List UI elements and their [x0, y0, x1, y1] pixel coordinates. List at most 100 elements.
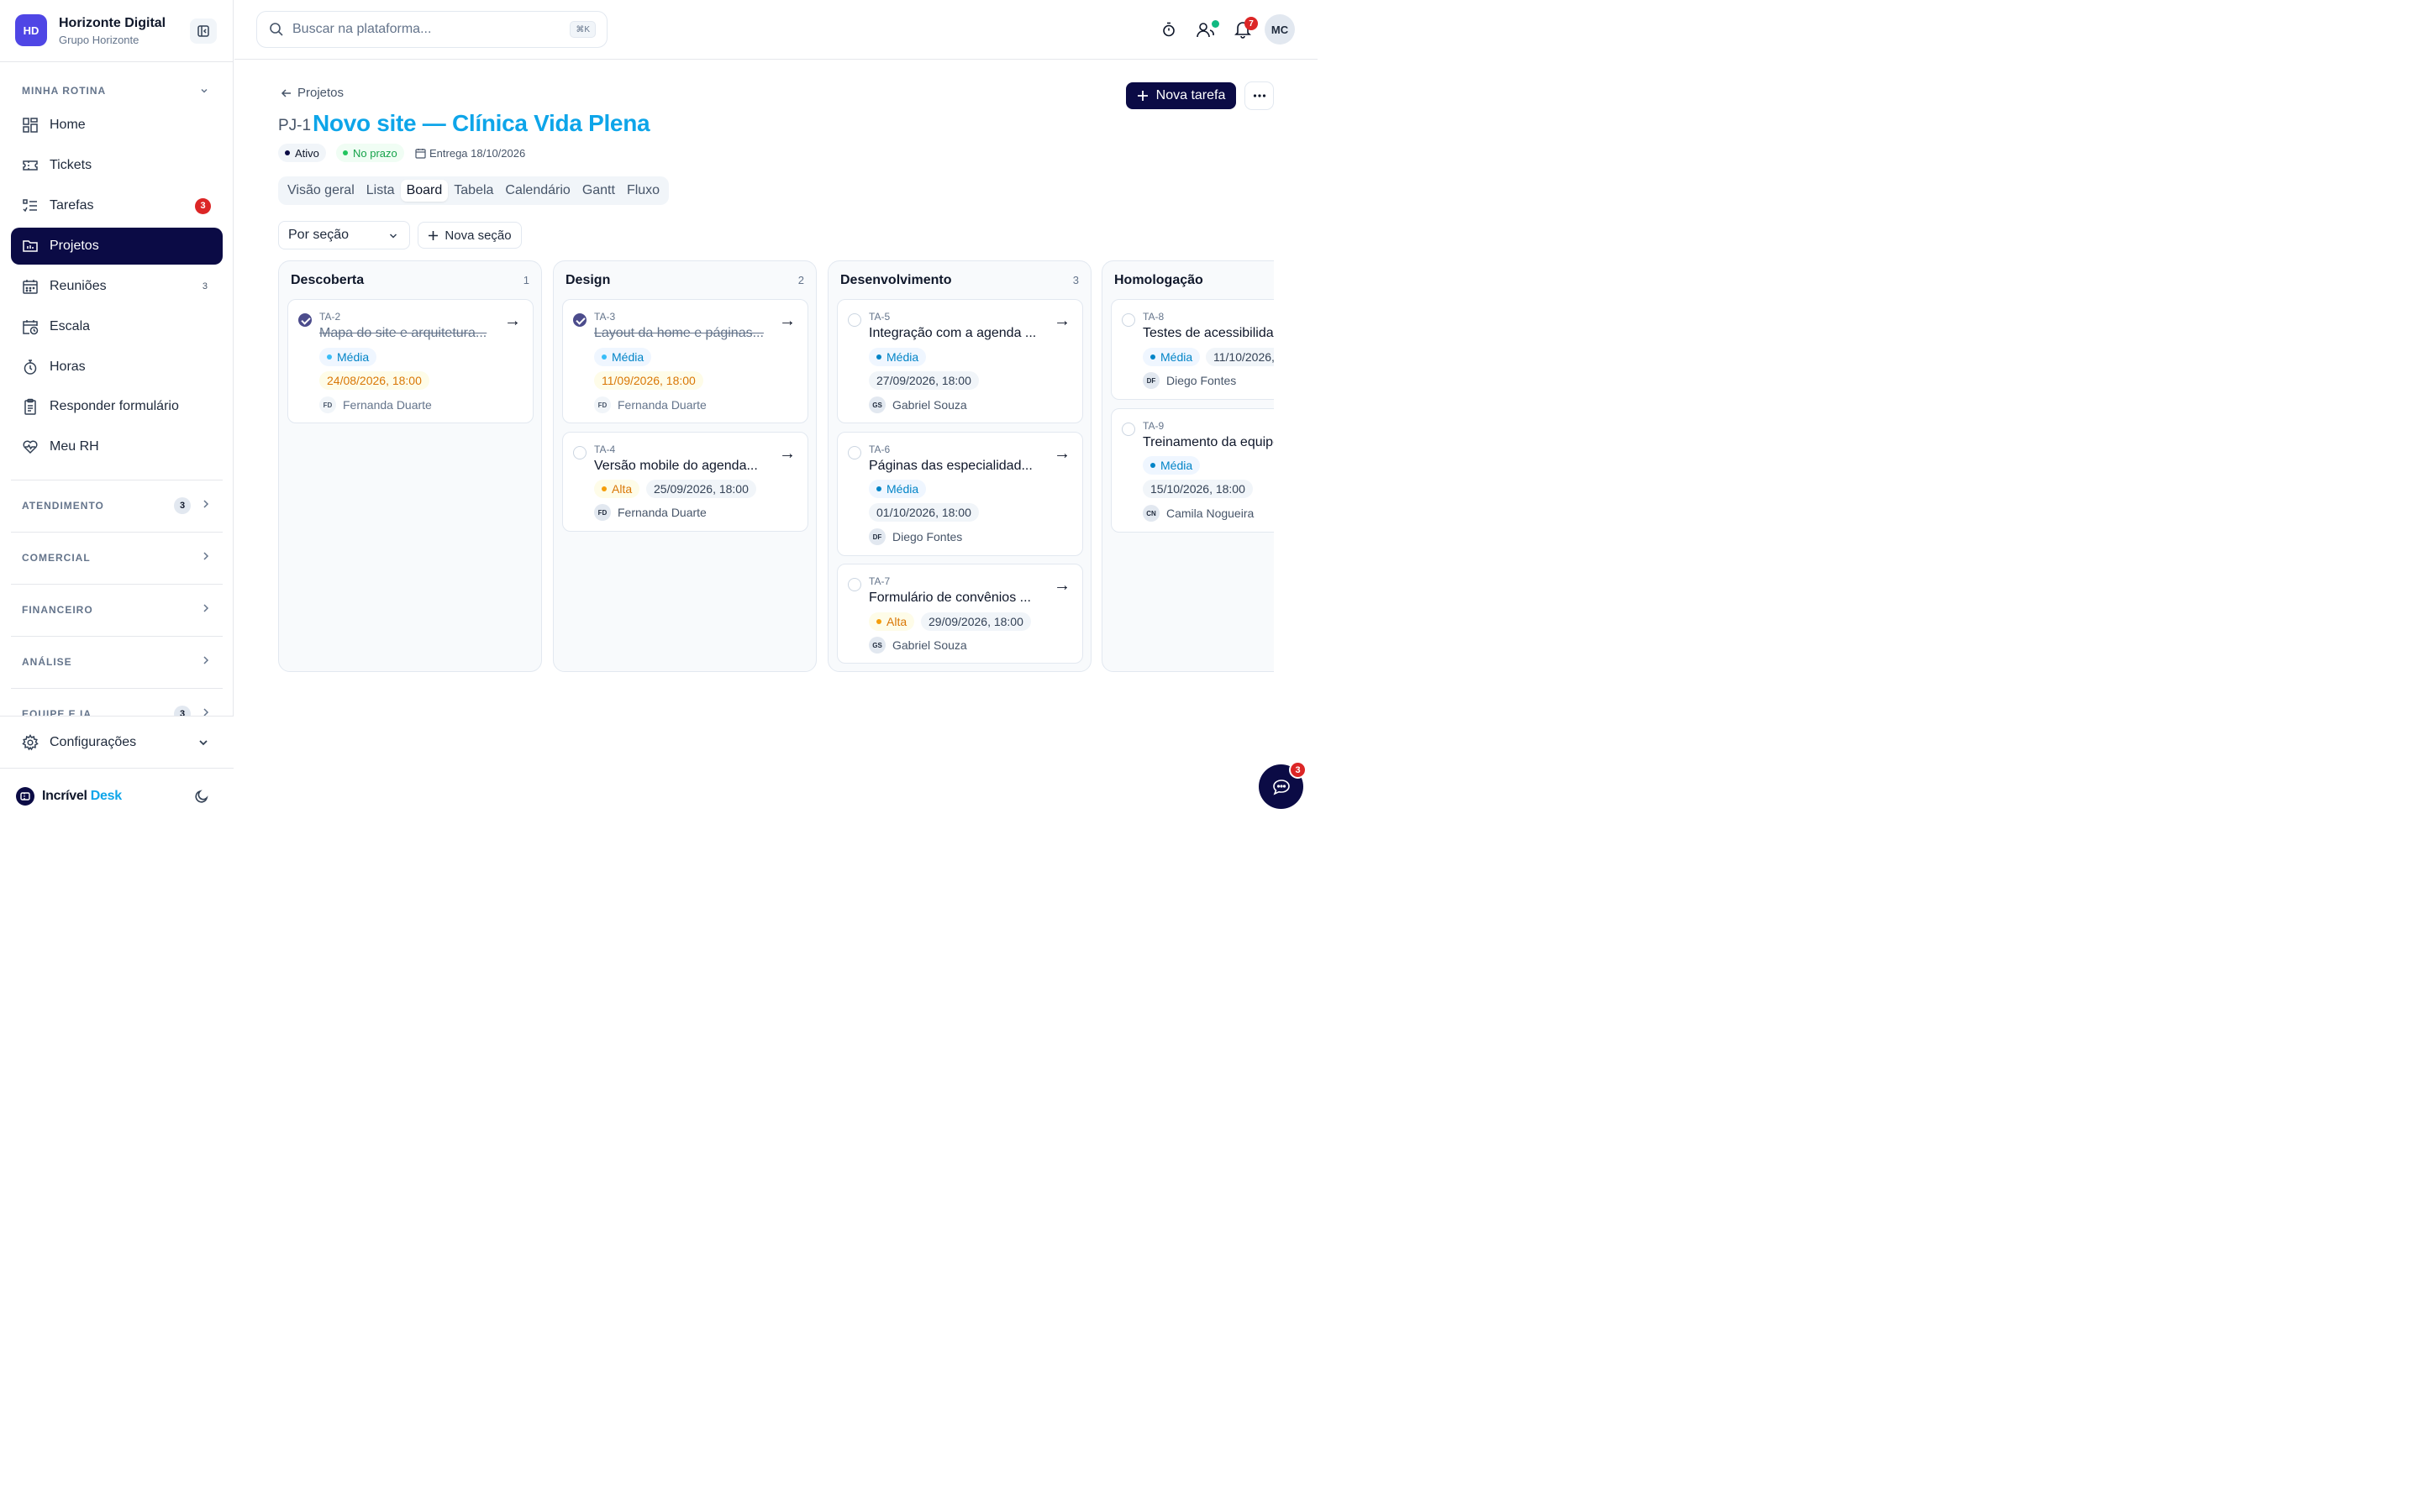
sidebar-item-label: Meu RH	[50, 439, 99, 454]
chevron-right-icon	[203, 656, 209, 664]
due-date-badge: 15/10/2026, 18:00	[1143, 480, 1253, 498]
team-presence-button[interactable]	[1192, 15, 1220, 44]
task-done-checkbox[interactable]	[1122, 423, 1135, 436]
tab-board[interactable]: Board	[400, 180, 449, 202]
sidebar-group-analise[interactable]: ANÁLISE	[11, 636, 223, 688]
tab-lista[interactable]: Lista	[360, 180, 401, 202]
new-section-button[interactable]: Nova seção	[418, 222, 522, 249]
new-section-label: Nova seção	[445, 228, 512, 243]
task-done-checkbox[interactable]	[848, 446, 861, 459]
notifications-button[interactable]: 7	[1228, 15, 1258, 44]
sidebar-item-meu-rh[interactable]: Meu RH	[11, 428, 223, 465]
task-card[interactable]: TA-5 Integração com a agenda ... → Média…	[837, 299, 1083, 423]
global-search[interactable]: ⌘K	[256, 11, 608, 48]
task-done-checkbox[interactable]	[573, 446, 587, 459]
task-card[interactable]: TA-7 Formulário de convênios ... → Alta …	[837, 564, 1083, 664]
plus-icon	[1137, 91, 1148, 101]
task-card[interactable]: TA-9 Treinamento da equipe Média 15/10/2…	[1111, 408, 1274, 533]
tab-fluxo[interactable]: Fluxo	[621, 180, 666, 202]
column-title: Descoberta	[291, 273, 365, 287]
sidebar-group-atendimento[interactable]: ATENDIMENTO 3	[11, 480, 223, 532]
section-heading-minha-rotina[interactable]: MINHA ROTINA	[22, 85, 106, 97]
online-status-dot	[1212, 20, 1219, 28]
priority-dot	[876, 486, 881, 491]
status-dot	[343, 150, 348, 155]
sidebar-item-escala[interactable]: Escala	[11, 308, 223, 345]
calendar-icon	[415, 148, 426, 159]
assignee-name: Fernanda Duarte	[343, 398, 432, 412]
avatar: DF	[869, 528, 886, 545]
task-card[interactable]: TA-3 Layout da home e páginas... → Média…	[562, 299, 808, 423]
arrow-right-icon[interactable]: →	[1054, 312, 1071, 331]
chevron-down-icon[interactable]	[199, 86, 209, 96]
priority-badge: Média	[869, 348, 927, 366]
sidebar-item-horas[interactable]: Horas	[11, 349, 223, 386]
arrow-right-icon[interactable]: →	[779, 444, 796, 464]
due-date-badge: 11/10/2026,	[1206, 348, 1274, 366]
task-title: Mapa do site e arquitetura...	[319, 326, 487, 340]
assignee: FD Fernanda Duarte	[594, 396, 707, 413]
sidebar-item-label: Responder formulário	[50, 399, 179, 413]
assignee-name: Camila Nogueira	[1166, 507, 1255, 520]
assignee-name: Fernanda Duarte	[618, 506, 707, 519]
priority-dot	[876, 354, 881, 360]
task-done-checkbox[interactable]	[848, 578, 861, 591]
task-card[interactable]: TA-8 Testes de acessibilidade Média 11/1…	[1111, 299, 1274, 400]
sidebar-group-financeiro[interactable]: FINANCEIRO	[11, 584, 223, 636]
collapse-sidebar-button[interactable]	[190, 18, 217, 44]
task-code: TA-3	[594, 311, 616, 323]
org-switcher[interactable]: HD Horizonte Digital Grupo Horizonte	[0, 0, 234, 62]
task-done-checkbox[interactable]	[1122, 313, 1135, 327]
arrow-right-icon[interactable]: →	[1054, 444, 1071, 464]
back-link-label: Projetos	[297, 86, 345, 100]
due-date: Entrega 18/10/2026	[415, 144, 525, 162]
sidebar-group-comercial[interactable]: COMERCIAL	[11, 532, 223, 584]
back-to-projects-link[interactable]: Projetos	[281, 86, 344, 100]
group-by-select[interactable]: Por seção	[278, 221, 410, 249]
arrow-right-icon[interactable]: →	[779, 312, 796, 331]
kanban-board: Descoberta 1 TA-2 Mapa do site e arquite…	[278, 260, 1274, 674]
tab-visao-geral[interactable]: Visão geral	[281, 180, 360, 202]
priority-label: Alta	[612, 482, 633, 496]
priority-dot	[602, 486, 607, 491]
priority-dot	[327, 354, 332, 360]
sidebar-item-home[interactable]: Home	[11, 107, 223, 144]
moon-icon[interactable]	[194, 789, 209, 804]
sidebar-item-tarefas[interactable]: Tarefas 3	[11, 187, 223, 224]
sidebar-item-reunioes[interactable]: Reuniões 3	[11, 268, 223, 305]
tab-tabela[interactable]: Tabela	[448, 180, 499, 202]
sidebar-item-tickets[interactable]: Tickets	[11, 147, 223, 184]
settings-menu[interactable]: Configurações	[0, 716, 234, 768]
arrow-right-icon[interactable]: →	[504, 312, 521, 331]
task-done-checkbox[interactable]	[573, 313, 587, 327]
assignee: CN Camila Nogueira	[1143, 505, 1254, 522]
column-count: 3	[1072, 274, 1079, 286]
task-card[interactable]: TA-4 Versão mobile do agenda... → Alta 2…	[562, 432, 808, 532]
search-input[interactable]	[292, 22, 561, 37]
new-task-button[interactable]: Nova tarefa	[1126, 82, 1236, 109]
avatar: CN	[1143, 505, 1160, 522]
tab-calendario[interactable]: Calendário	[499, 180, 576, 202]
task-done-checkbox[interactable]	[298, 313, 312, 327]
sidebar-item-projetos[interactable]: Projetos	[11, 228, 223, 265]
plus-icon	[429, 230, 439, 240]
column-count: 2	[797, 274, 804, 286]
user-avatar[interactable]: MC	[1265, 14, 1295, 45]
more-options-button[interactable]	[1244, 81, 1274, 110]
calendar-clock-icon	[21, 318, 39, 336]
more-horizontal-icon	[1253, 94, 1265, 97]
sidebar-item-responder-formulario[interactable]: Responder formulário	[11, 388, 223, 425]
tab-gantt[interactable]: Gantt	[576, 180, 621, 202]
task-card[interactable]: TA-2 Mapa do site e arquitetura... → Méd…	[287, 299, 534, 423]
arrow-right-icon[interactable]: →	[1054, 576, 1071, 596]
task-card[interactable]: TA-6 Páginas das especialidad... → Média…	[837, 432, 1083, 556]
page-title: Novo site — Clínica Vida Plena	[313, 110, 650, 136]
timer-button[interactable]	[1155, 15, 1183, 44]
org-subtitle: Grupo Horizonte	[59, 34, 139, 46]
priority-dot	[1150, 354, 1155, 360]
task-done-checkbox[interactable]	[848, 313, 861, 327]
chevron-down-icon	[389, 234, 397, 239]
assignee: FD Fernanda Duarte	[319, 396, 432, 413]
priority-label: Média	[612, 350, 644, 364]
task-title: Versão mobile do agenda...	[594, 459, 758, 473]
